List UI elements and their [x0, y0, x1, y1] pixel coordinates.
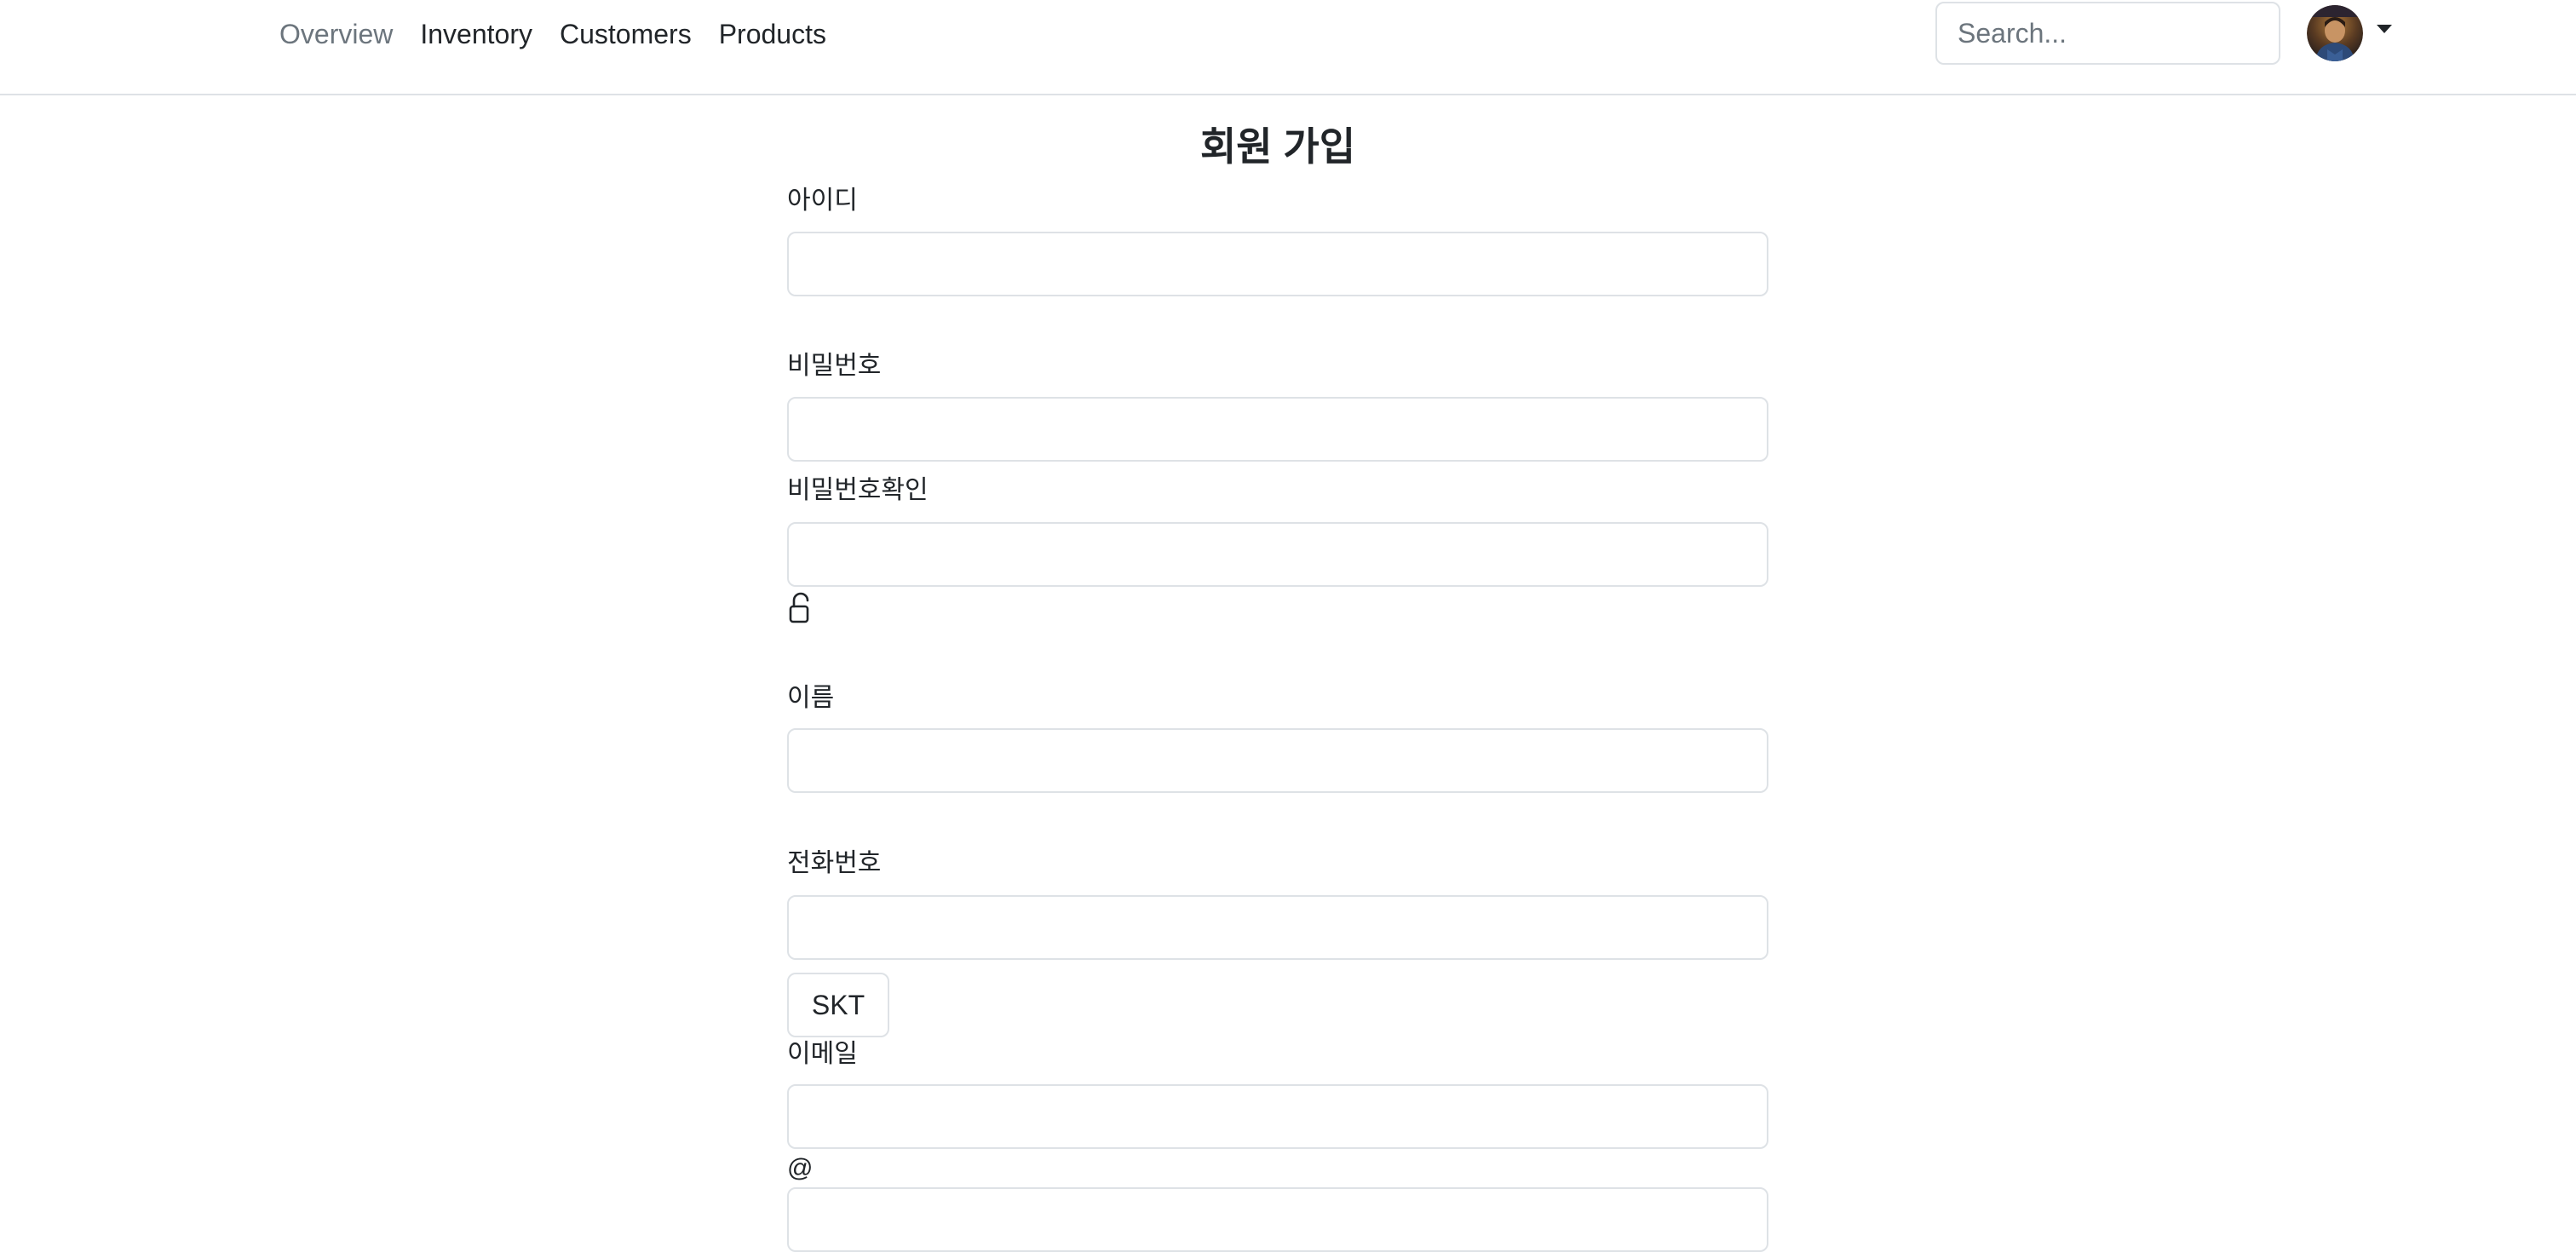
lock-icon: [789, 592, 809, 623]
nav-inventory[interactable]: Inventory: [420, 20, 532, 48]
id-label: 아이디: [787, 187, 858, 215]
caret-down-icon: [2377, 25, 2392, 33]
email-label: 이메일: [787, 1040, 858, 1068]
email-domain-field[interactable]: [787, 1187, 1768, 1252]
password-label: 비밀번호: [787, 352, 882, 380]
user-avatar[interactable]: [2307, 5, 2363, 61]
top-navbar: Overview Inventory Customers Products: [0, 0, 2576, 95]
phone-label: 전화번호: [787, 849, 882, 877]
email-field[interactable]: [787, 1084, 1768, 1149]
name-field[interactable]: [787, 728, 1768, 793]
email-at-sign: @: [787, 1154, 814, 1182]
main-nav: Overview Inventory Customers Products: [279, 0, 826, 68]
carrier-select[interactable]: SKT: [787, 973, 889, 1037]
nav-customers[interactable]: Customers: [560, 20, 692, 48]
password-confirm-field[interactable]: [787, 522, 1768, 587]
name-label: 이름: [787, 684, 835, 712]
nav-products[interactable]: Products: [719, 20, 826, 48]
id-field[interactable]: [787, 232, 1768, 296]
phone-field[interactable]: [787, 895, 1768, 960]
password-confirm-label: 비밀번호확인: [787, 476, 929, 504]
password-field[interactable]: [787, 397, 1768, 462]
profile-dropdown-toggle[interactable]: [2307, 5, 2395, 61]
nav-overview[interactable]: Overview: [279, 20, 393, 48]
search-input[interactable]: [1935, 2, 2280, 65]
page-title: 회원 가입: [1199, 124, 1356, 169]
